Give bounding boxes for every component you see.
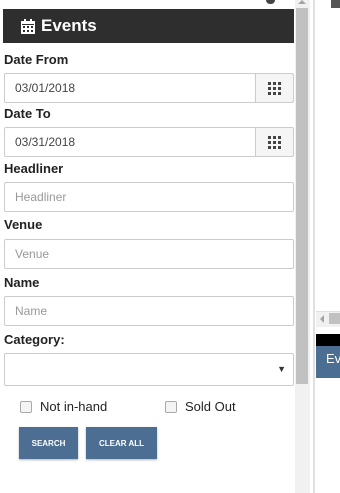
settings-icon[interactable]: [266, 0, 275, 4]
scrollbar-thumb[interactable]: [296, 8, 308, 384]
sold-out-checkbox[interactable]: [165, 400, 177, 413]
panel-title: Events: [41, 16, 97, 35]
headliner-label: Headliner: [4, 161, 64, 176]
venue-label: Venue: [4, 217, 43, 232]
grid-icon: [268, 81, 281, 95]
chevron-down-icon: ▼: [277, 364, 286, 374]
name-input[interactable]: [4, 296, 294, 326]
right-pane-tab[interactable]: Ev: [316, 346, 340, 378]
scroll-left-icon[interactable]: [320, 315, 324, 323]
clear-all-button[interactable]: CLEAR ALL: [86, 427, 157, 459]
venue-input[interactable]: [4, 239, 294, 269]
right-pane-bar: [316, 334, 340, 346]
sold-out-label: Sold Out: [185, 399, 236, 414]
hscrollbar-thumb[interactable]: [329, 313, 340, 324]
search-button[interactable]: SEARCH: [19, 427, 78, 459]
category-label: Category:: [4, 332, 65, 347]
grid-icon: [268, 135, 281, 149]
date-to-picker-button[interactable]: [256, 127, 294, 157]
not-in-hand-label: Not in-hand: [40, 399, 108, 414]
date-from-label: Date From: [4, 52, 69, 67]
events-panel: Events Date From Date To Headliner Venue…: [0, 0, 296, 493]
category-select[interactable]: ▼: [4, 353, 294, 386]
scroll-up-icon[interactable]: [298, 0, 306, 4]
sold-out-option[interactable]: Sold Out: [165, 399, 236, 414]
date-from-input[interactable]: [4, 73, 256, 103]
events-header: Events: [3, 9, 294, 43]
right-pane-corner: [331, 0, 340, 8]
pane-divider[interactable]: [313, 0, 315, 493]
headliner-input[interactable]: [4, 182, 294, 212]
name-label: Name: [4, 275, 40, 290]
date-to-input[interactable]: [4, 127, 256, 157]
calendar-icon: [21, 18, 35, 34]
not-in-hand-option[interactable]: Not in-hand: [20, 399, 107, 414]
not-in-hand-checkbox[interactable]: [20, 400, 32, 413]
date-from-picker-button[interactable]: [256, 73, 294, 103]
date-to-label: Date To: [4, 106, 51, 121]
